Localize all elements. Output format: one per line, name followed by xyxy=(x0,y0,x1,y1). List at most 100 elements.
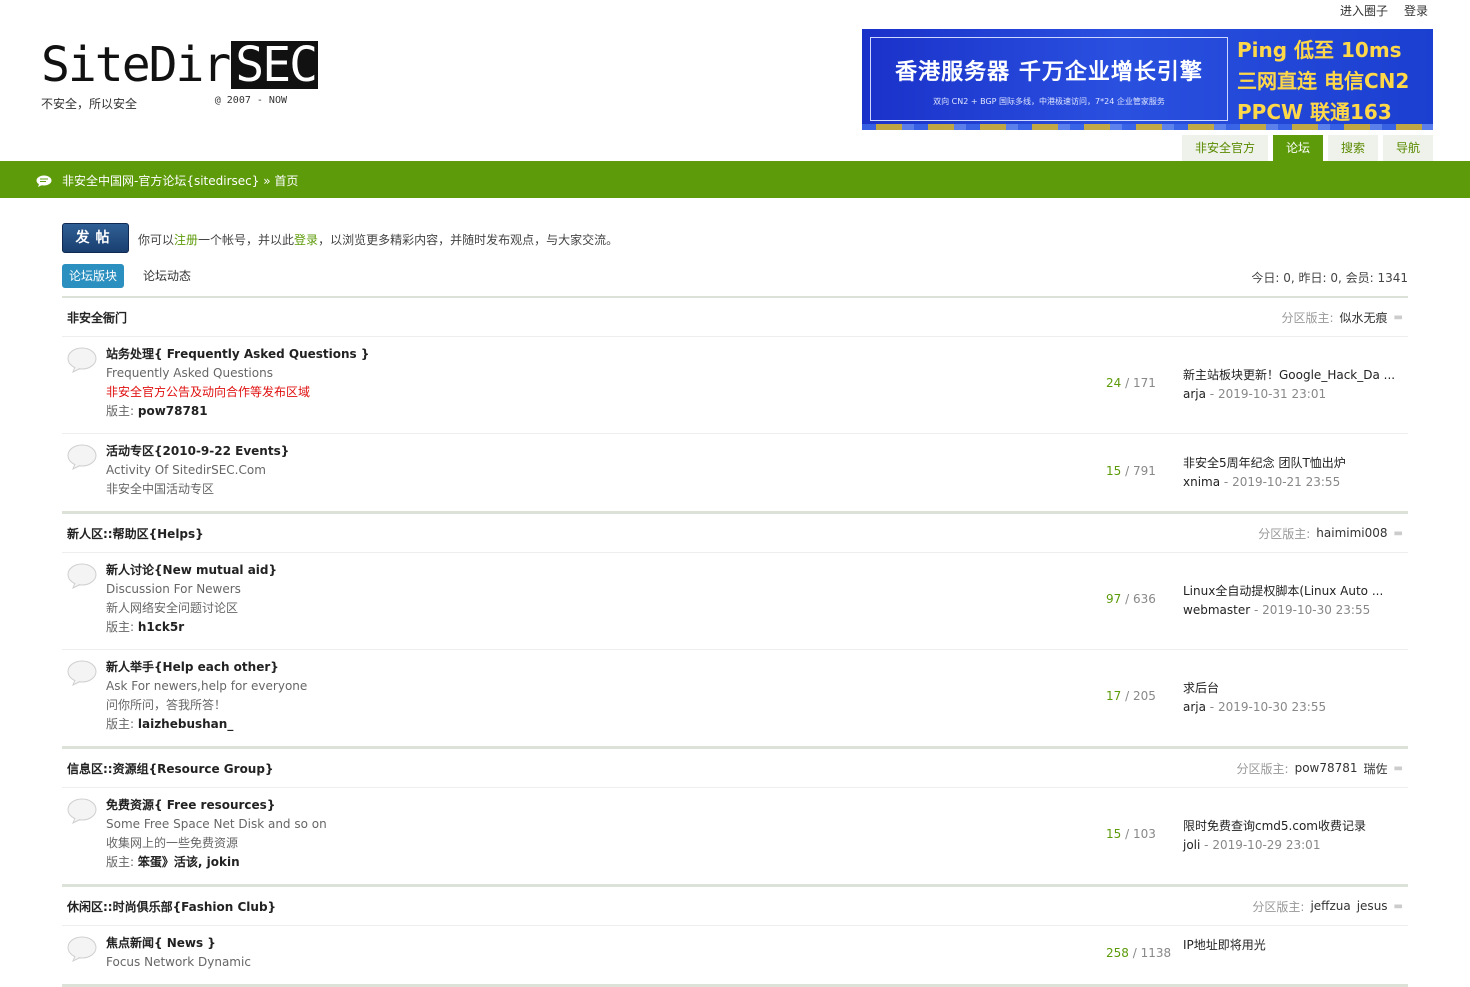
forum-counts: 258 / 1138 xyxy=(1106,946,1172,960)
last-post-meta: xnima - 2019-10-21 23:55 xyxy=(1183,474,1341,489)
forum-row: 新人讨论{New mutual aid} Discussion For Newer… xyxy=(62,553,1408,650)
topic-count: 15 xyxy=(1106,827,1122,841)
collapse-icon[interactable]: ▬ xyxy=(1394,763,1403,774)
forum-name[interactable]: 站务处理{ Frequently Asked Questions } xyxy=(106,345,1408,364)
banner-line: Ping 低至 10ms xyxy=(1237,38,1402,62)
breadcrumb-text[interactable]: 非安全中国网-官方论坛{sitedirsec} » 首页 xyxy=(62,172,298,189)
notice-login-link[interactable]: 登录 xyxy=(294,233,318,247)
category-moderator[interactable]: haimimi008 xyxy=(1316,526,1387,540)
category-mods: 分区版主: 似水无痕 ▬ xyxy=(1281,309,1408,326)
category-title[interactable]: 新人区::帮助区{Helps} xyxy=(62,525,204,542)
banner-right-text: Ping 低至 10ms 三网直连 电信CN2 PPCW 联通163 xyxy=(1237,35,1409,128)
banner-left-box: 香港服务器 千万企业增长引擎 双向 CN2 + BGP 国际多线，中港极速访问，… xyxy=(870,37,1228,121)
last-post-title[interactable]: 新主站板块更新！Google_Hack_Da ... xyxy=(1183,366,1395,385)
category-mods-label: 分区版主: xyxy=(1258,526,1311,541)
forum-counts: 15 / 791 xyxy=(1106,463,1156,478)
last-post: 非安全5周年纪念 团队T恤出炉 xnima - 2019-10-21 23:55 xyxy=(1183,454,1346,492)
forum-moderator[interactable]: 笨蛋》活该, jokin xyxy=(138,855,240,869)
category-header: 非安全衙门 分区版主: 似水无痕 ▬ xyxy=(62,298,1408,337)
category-title[interactable]: 非安全衙门 xyxy=(62,309,127,326)
collapse-icon[interactable]: ▬ xyxy=(1394,901,1403,912)
last-post-user[interactable]: joli xyxy=(1183,838,1200,852)
nav-official[interactable]: 非安全官方 xyxy=(1181,135,1268,161)
forum-counts: 15 / 103 xyxy=(1106,827,1156,841)
notice-prefix: 你可以 xyxy=(138,233,175,247)
last-post-time: 2019-10-30 23:55 xyxy=(1262,603,1371,617)
nav-forum[interactable]: 论坛 xyxy=(1272,135,1323,161)
new-post-button[interactable]: 发帖 xyxy=(62,223,129,253)
last-post-user[interactable]: arja xyxy=(1183,700,1206,714)
forum-name[interactable]: 免费资源{ Free resources} xyxy=(106,796,1408,815)
top-links: 进入圈子 登录 xyxy=(1340,2,1428,19)
logo-copyright: @ 2007 - NOW xyxy=(214,95,287,106)
last-post-user[interactable]: xnima xyxy=(1183,475,1220,489)
forum-moderators: 版主: pow78781 xyxy=(106,402,1408,421)
forum-description: Focus Network Dynamic xyxy=(106,955,251,969)
last-post-user[interactable]: webmaster xyxy=(1183,603,1250,617)
main-nav: 非安全官方 论坛 搜索 导航 xyxy=(1181,135,1433,161)
post-count: 205 xyxy=(1132,689,1156,703)
forum-moderator[interactable]: pow78781 xyxy=(138,404,208,418)
logo-subline: 不安全，所以安全 @ 2007 - NOW xyxy=(41,95,287,112)
category-moderator[interactable]: jesus xyxy=(1357,899,1388,913)
last-post-title[interactable]: Linux全自动提权脚本(Linux Auto ... xyxy=(1183,582,1383,601)
nav-navigation[interactable]: 导航 xyxy=(1382,135,1433,161)
last-post-meta: arja - 2019-10-31 23:01 xyxy=(1183,387,1327,401)
category-mods-label: 分区版主: xyxy=(1281,310,1334,325)
guest-notice: 你可以注册一个帐号，并以此登录，以浏览更多精彩内容，并随时发布观点，与大家交流。 xyxy=(138,231,618,248)
forum-tabs: 论坛版块 论坛动态 xyxy=(62,264,198,288)
banner-subtitle: 双向 CN2 + BGP 国际多线，中港极速访问，7*24 企业管家服务 xyxy=(933,97,1165,106)
post-count: 171 xyxy=(1132,376,1156,390)
notice-middle: 一个帐号，并以此 xyxy=(198,233,295,247)
forum-moderators: 版主: h1ck5r xyxy=(106,618,1408,637)
category-moderator[interactable]: jeffzua xyxy=(1310,899,1350,913)
category-mods: 分区版主: jeffzua jesus ▬ xyxy=(1252,898,1408,915)
register-link[interactable]: 注册 xyxy=(174,233,198,247)
forum-counts: 17 / 205 xyxy=(1106,689,1156,703)
last-post-time: 2019-10-21 23:55 xyxy=(1232,474,1341,489)
logo-sec-text: SEC xyxy=(231,41,318,89)
logo-main-text: SiteDir xyxy=(41,37,231,93)
category-moderator[interactable]: 似水无痕 xyxy=(1340,309,1388,326)
forum-moderator[interactable]: h1ck5r xyxy=(138,620,184,634)
category-title[interactable]: 信息区::资源组{Resource Group} xyxy=(62,760,274,777)
last-post-title[interactable]: 限时免费查询cmd5.com收费记录 xyxy=(1183,817,1366,836)
category-mods: 分区版主: pow78781 瑞佐 ▬ xyxy=(1237,760,1408,777)
last-post: IP地址即将用光 xyxy=(1183,936,1266,955)
collapse-icon[interactable]: ▬ xyxy=(1394,312,1403,323)
forum-status-icon xyxy=(67,444,97,471)
forum-name[interactable]: 新人讨论{New mutual aid} xyxy=(106,561,1408,580)
last-post: 求后台 arja - 2019-10-30 23:55 xyxy=(1183,679,1326,717)
tab-forum-activity[interactable]: 论坛动态 xyxy=(136,264,198,288)
category-moderator[interactable]: 瑞佐 xyxy=(1364,760,1388,777)
category-header: 新人区::帮助区{Helps} 分区版主: haimimi008 ▬ xyxy=(62,514,1408,553)
category-title[interactable]: 休闲区::时尚俱乐部{Fashion Club} xyxy=(62,898,276,915)
last-post: 新主站板块更新！Google_Hack_Da ... arja - 2019-10… xyxy=(1183,366,1395,404)
category-mods: 分区版主: haimimi008 ▬ xyxy=(1258,525,1408,542)
nav-search[interactable]: 搜索 xyxy=(1327,135,1378,161)
login-link[interactable]: 登录 xyxy=(1404,2,1428,19)
last-post-user[interactable]: arja xyxy=(1183,387,1206,401)
banner-title: 香港服务器 千万企业增长引擎 xyxy=(895,60,1203,85)
post-count: 636 xyxy=(1132,592,1156,606)
forum-moderator[interactable]: laizhebushan_ xyxy=(138,717,233,731)
last-post-title[interactable]: 非安全5周年纪念 团队T恤出炉 xyxy=(1183,454,1346,473)
category-header: 休闲区::时尚俱乐部{Fashion Club} 分区版主: jeffzua jesu… xyxy=(62,887,1408,926)
ad-banner[interactable]: 香港服务器 千万企业增长引擎 双向 CN2 + BGP 国际多线，中港极速访问，… xyxy=(862,29,1433,130)
category-moderator[interactable]: pow78781 xyxy=(1295,761,1358,775)
forum-status-icon xyxy=(67,347,97,374)
enter-circle-link[interactable]: 进入圈子 xyxy=(1340,2,1388,19)
site-logo[interactable]: SiteDir SEC 不安全，所以安全 @ 2007 - NOW xyxy=(41,37,318,115)
category-mods-label: 分区版主: xyxy=(1252,899,1305,914)
topic-count: 24 xyxy=(1106,376,1122,390)
last-post: Linux全自动提权脚本(Linux Auto ... webmaster - 2… xyxy=(1183,582,1383,620)
last-post-title[interactable]: IP地址即将用光 xyxy=(1183,936,1266,955)
forum-name[interactable]: 新人举手{Help each other} xyxy=(106,658,1408,677)
last-post-title[interactable]: 求后台 xyxy=(1183,679,1326,698)
post-count: 791 xyxy=(1132,463,1156,478)
collapse-icon[interactable]: ▬ xyxy=(1394,528,1403,539)
category-mods-label: 分区版主: xyxy=(1236,761,1289,776)
tab-forum-boards[interactable]: 论坛版块 xyxy=(62,264,125,288)
forum-status-icon xyxy=(67,936,97,963)
post-count: 103 xyxy=(1132,827,1156,841)
